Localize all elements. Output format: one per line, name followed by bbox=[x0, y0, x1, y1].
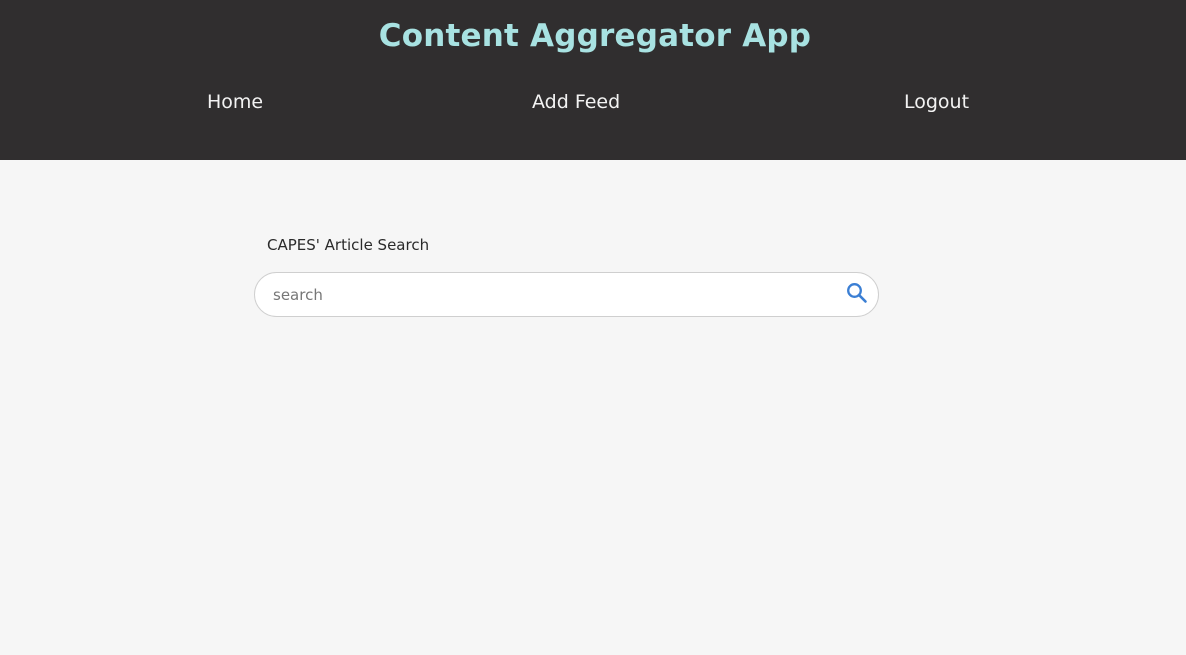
search-bar bbox=[254, 272, 879, 317]
top-header: Content Aggregator App Home Add Feed Log… bbox=[0, 0, 1186, 160]
nav-add-feed-link[interactable]: Add Feed bbox=[532, 91, 620, 113]
search-icon[interactable] bbox=[846, 282, 868, 304]
search-input[interactable] bbox=[273, 273, 833, 316]
search-label: CAPES' Article Search bbox=[267, 236, 430, 254]
app-title: Content Aggregator App bbox=[378, 18, 812, 54]
nav-logout-link[interactable]: Logout bbox=[904, 91, 969, 113]
nav-home-link[interactable]: Home bbox=[207, 91, 263, 113]
